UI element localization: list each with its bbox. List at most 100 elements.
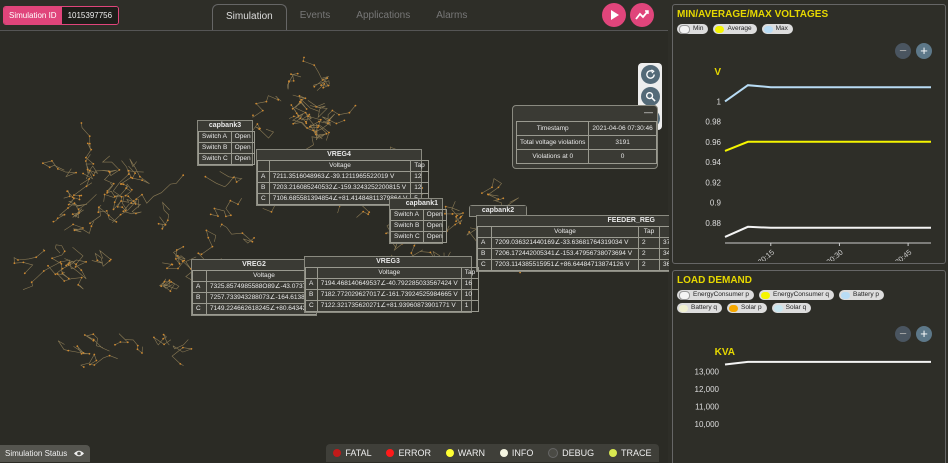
network-node — [327, 122, 329, 125]
y-tick-label: 11,000 — [695, 402, 719, 411]
refresh-button[interactable] — [640, 65, 660, 84]
violations-panel[interactable]: — Timestamp 2021-04-06 07:30:46 Total vol… — [512, 105, 658, 169]
minimize-icon[interactable]: — — [513, 108, 657, 118]
tap-value: 2 — [638, 248, 660, 260]
plot-button[interactable] — [630, 3, 654, 27]
simulation-status-toggle[interactable]: Simulation Status — [0, 445, 91, 462]
legend-item-min[interactable]: Min — [677, 24, 709, 34]
tab-applications[interactable]: Applications — [343, 4, 423, 30]
play-button[interactable] — [602, 3, 626, 27]
network-node — [235, 181, 238, 183]
log-level-fatal[interactable]: FATAL — [333, 448, 372, 458]
network-node — [325, 132, 328, 135]
network-node — [61, 272, 64, 274]
voltage-line-chart[interactable]: V 1 0.98 0.96 0.94 0.92 0.9 0.88 07:30:15 07:30:3… — [673, 61, 945, 261]
network-node — [163, 280, 166, 283]
network-node — [166, 267, 168, 270]
network-node — [88, 178, 91, 180]
network-node — [97, 206, 100, 209]
zoom-button[interactable] — [640, 87, 660, 106]
table-row: C 7203.114385515951∠+86.64484713874126 V2… — [477, 259, 669, 271]
network-line — [91, 249, 112, 267]
eye-icon[interactable] — [73, 449, 85, 458]
feeder-reg-panel[interactable]: FEEDER_REG Voltage Tap A 7209.036321440169… — [476, 215, 669, 272]
network-map[interactable]: capbank3 Switch A Open Switch B Open Switc… — [0, 30, 669, 463]
network-node — [335, 122, 338, 125]
network-node — [213, 207, 216, 210]
network-node — [127, 195, 130, 198]
network-node — [77, 208, 80, 211]
network-node — [92, 174, 95, 177]
network-node — [109, 258, 112, 261]
network-line — [158, 201, 170, 230]
network-lines — [13, 57, 539, 368]
legend-swatch — [679, 290, 690, 300]
legend-item-energyconsumer-p[interactable]: EnergyConsumer p — [677, 290, 754, 300]
legend-item-max[interactable]: Max — [761, 24, 793, 34]
legend-item-battery-p[interactable]: Battery p — [839, 290, 885, 300]
y-tick-label: 0.88 — [705, 219, 721, 228]
legend-item-energyconsumer-q[interactable]: EnergyConsumer q — [759, 290, 834, 300]
violation-value: 3191 — [588, 135, 657, 150]
demand-line-chart[interactable]: KVA 13,000 12,000 11,000 10,000 — [673, 345, 945, 463]
network-node — [162, 337, 165, 340]
network-node — [75, 171, 77, 174]
zoom-out-button[interactable]: − — [895, 43, 911, 59]
network-node — [116, 206, 119, 208]
network-node — [73, 194, 75, 197]
legend-item-solar-p[interactable]: Solar p — [727, 303, 767, 313]
log-level-warn[interactable]: WARN — [445, 448, 485, 458]
voltage-value: 7209.036321440169∠-33.63681764319034 V — [491, 237, 639, 249]
simulation-status-label: Simulation Status — [5, 449, 68, 458]
tab-events[interactable]: Events — [287, 4, 344, 30]
network-node — [304, 97, 307, 100]
network-node — [229, 199, 232, 202]
network-node — [112, 208, 115, 211]
legend-swatch — [679, 24, 690, 34]
network-node — [22, 261, 25, 264]
network-node — [481, 192, 483, 195]
y-axis-title: KVA — [715, 347, 735, 358]
zoom-out-button[interactable]: − — [895, 326, 911, 342]
zoom-in-button[interactable]: + — [916, 43, 932, 59]
network-node — [178, 262, 181, 265]
legend-item-solar-q[interactable]: Solar q — [771, 303, 812, 313]
capbank1-panel[interactable]: capbank1 Switch A Open Switch B Open Switc… — [389, 198, 447, 244]
tab-simulation[interactable]: Simulation — [212, 4, 287, 31]
network-node — [93, 364, 96, 366]
voltage-value: 7206.172442005341∠-153.47956738073694 V — [491, 248, 639, 260]
network-node — [317, 124, 320, 127]
network-node — [455, 215, 457, 218]
error-dot-icon — [386, 449, 395, 457]
network-node — [161, 227, 164, 230]
line-chart-icon — [635, 10, 649, 20]
network-node — [90, 225, 93, 228]
column-header: Tap — [638, 226, 660, 238]
network-line — [127, 175, 184, 211]
log-level-debug[interactable]: DEBUG — [548, 448, 594, 458]
column-header — [477, 226, 492, 238]
simulation-id-value[interactable]: 1015397756 — [61, 7, 119, 24]
network-node — [73, 229, 76, 232]
tab-alarms[interactable]: Alarms — [423, 4, 480, 30]
network-node — [292, 122, 295, 125]
legend-item-average[interactable]: Average — [713, 24, 757, 34]
network-node — [113, 195, 116, 198]
network-node — [85, 156, 87, 159]
network-node — [127, 173, 130, 176]
log-level-info[interactable]: INFO — [499, 448, 533, 458]
zoom-in-button[interactable]: + — [916, 326, 932, 342]
log-level-trace[interactable]: TRACE — [609, 448, 652, 458]
extra-value: 3709 — [659, 237, 669, 249]
log-level-error[interactable]: ERROR — [386, 448, 431, 458]
legend-item-battery-q[interactable]: Battery q — [677, 303, 723, 313]
network-node — [183, 259, 186, 262]
network-node — [127, 169, 130, 172]
vreg2-panel[interactable]: VREG2 Voltage A 7325.8574985588O89∠-43.07… — [191, 259, 317, 316]
network-node — [76, 345, 79, 348]
network-node — [315, 106, 317, 108]
voltage-value: 7122.321735620271∠+81.93960873901771 V — [316, 300, 462, 312]
vreg3-panel[interactable]: VREG3 Voltage Tap A 7194.468140649537∠-40.… — [304, 256, 480, 313]
capbank3-panel[interactable]: capbank3 Switch A Open Switch B Open Switc… — [197, 120, 255, 166]
network-node — [348, 111, 351, 114]
